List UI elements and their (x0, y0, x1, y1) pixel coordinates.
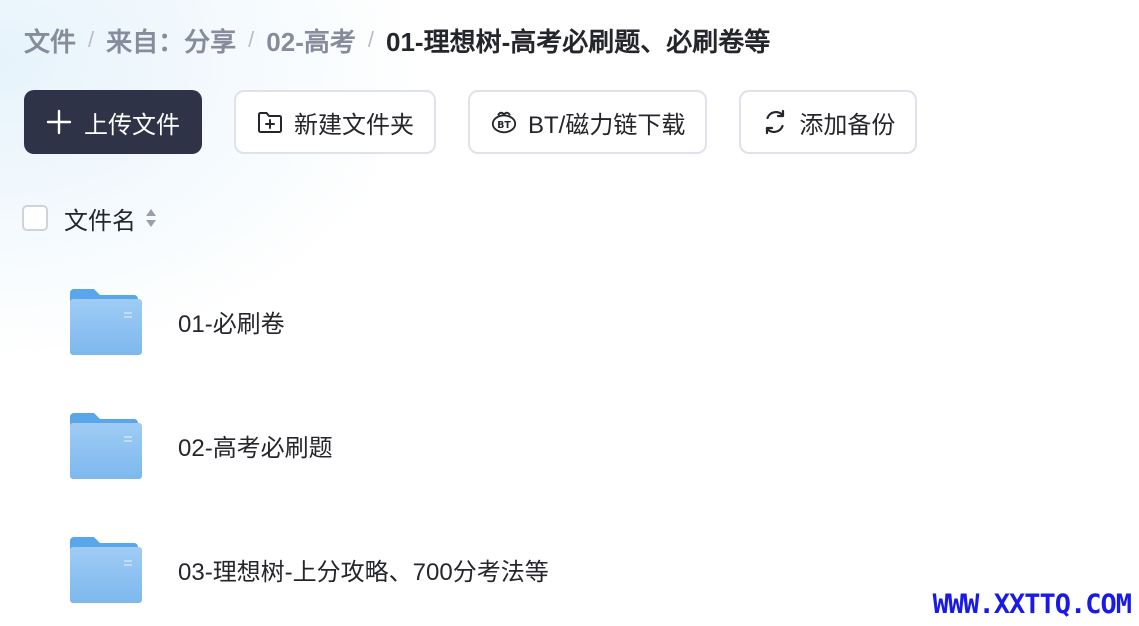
plus-icon (46, 109, 72, 135)
new-folder-icon (256, 108, 284, 136)
new-folder-label: 新建文件夹 (294, 111, 414, 139)
bt-magnet-download-label: BT/磁力链下载 (528, 111, 686, 139)
svg-text:BT: BT (497, 120, 511, 131)
list-item[interactable]: 02-高考必刷题 (70, 410, 333, 480)
file-name: 01-必刷卷 (178, 310, 285, 338)
upload-file-button[interactable]: 上传文件 (24, 90, 202, 154)
breadcrumb-item-gaokao[interactable]: 02-高考 (266, 22, 356, 59)
watermark-text: WWW.XXTTQ.COM (932, 589, 1132, 620)
folder-icon (70, 535, 142, 603)
add-backup-button[interactable]: 添加备份 (739, 90, 918, 154)
folder-icon (70, 287, 142, 355)
upload-file-label: 上传文件 (84, 111, 180, 139)
list-item[interactable]: 03-理想树-上分攻略、700分考法等 (70, 534, 549, 604)
sync-icon (761, 108, 789, 136)
bt-icon: BT (490, 108, 518, 136)
new-folder-button[interactable]: 新建文件夹 (234, 90, 436, 154)
breadcrumb-separator: / (88, 27, 95, 52)
breadcrumb-item-files[interactable]: 文件 (24, 22, 76, 59)
column-header-filename[interactable]: 文件名 (64, 201, 136, 236)
breadcrumb: 文件 / 来自：分享 / 02-高考 / 01-理想树-高考必刷题、必刷卷等 (24, 22, 770, 58)
breadcrumb-separator: / (248, 27, 255, 52)
bt-magnet-download-button[interactable]: BT BT/磁力链下载 (468, 90, 708, 154)
list-item[interactable]: 01-必刷卷 (70, 286, 285, 356)
file-name: 03-理想树-上分攻略、700分考法等 (178, 558, 549, 586)
toolbar: 上传文件 新建文件夹 BT BT/磁力链下载 添加备份 (24, 90, 918, 154)
breadcrumb-current: 01-理想树-高考必刷题、必刷卷等 (386, 26, 771, 57)
sort-icon[interactable] (144, 206, 158, 230)
file-name: 02-高考必刷题 (178, 434, 333, 462)
breadcrumb-item-shared[interactable]: 来自：分享 (106, 22, 236, 59)
add-backup-label: 添加备份 (799, 111, 896, 139)
list-header: 文件名 (22, 204, 158, 235)
select-all-checkbox[interactable] (22, 205, 48, 231)
breadcrumb-separator: / (367, 27, 374, 52)
folder-icon (70, 411, 142, 479)
